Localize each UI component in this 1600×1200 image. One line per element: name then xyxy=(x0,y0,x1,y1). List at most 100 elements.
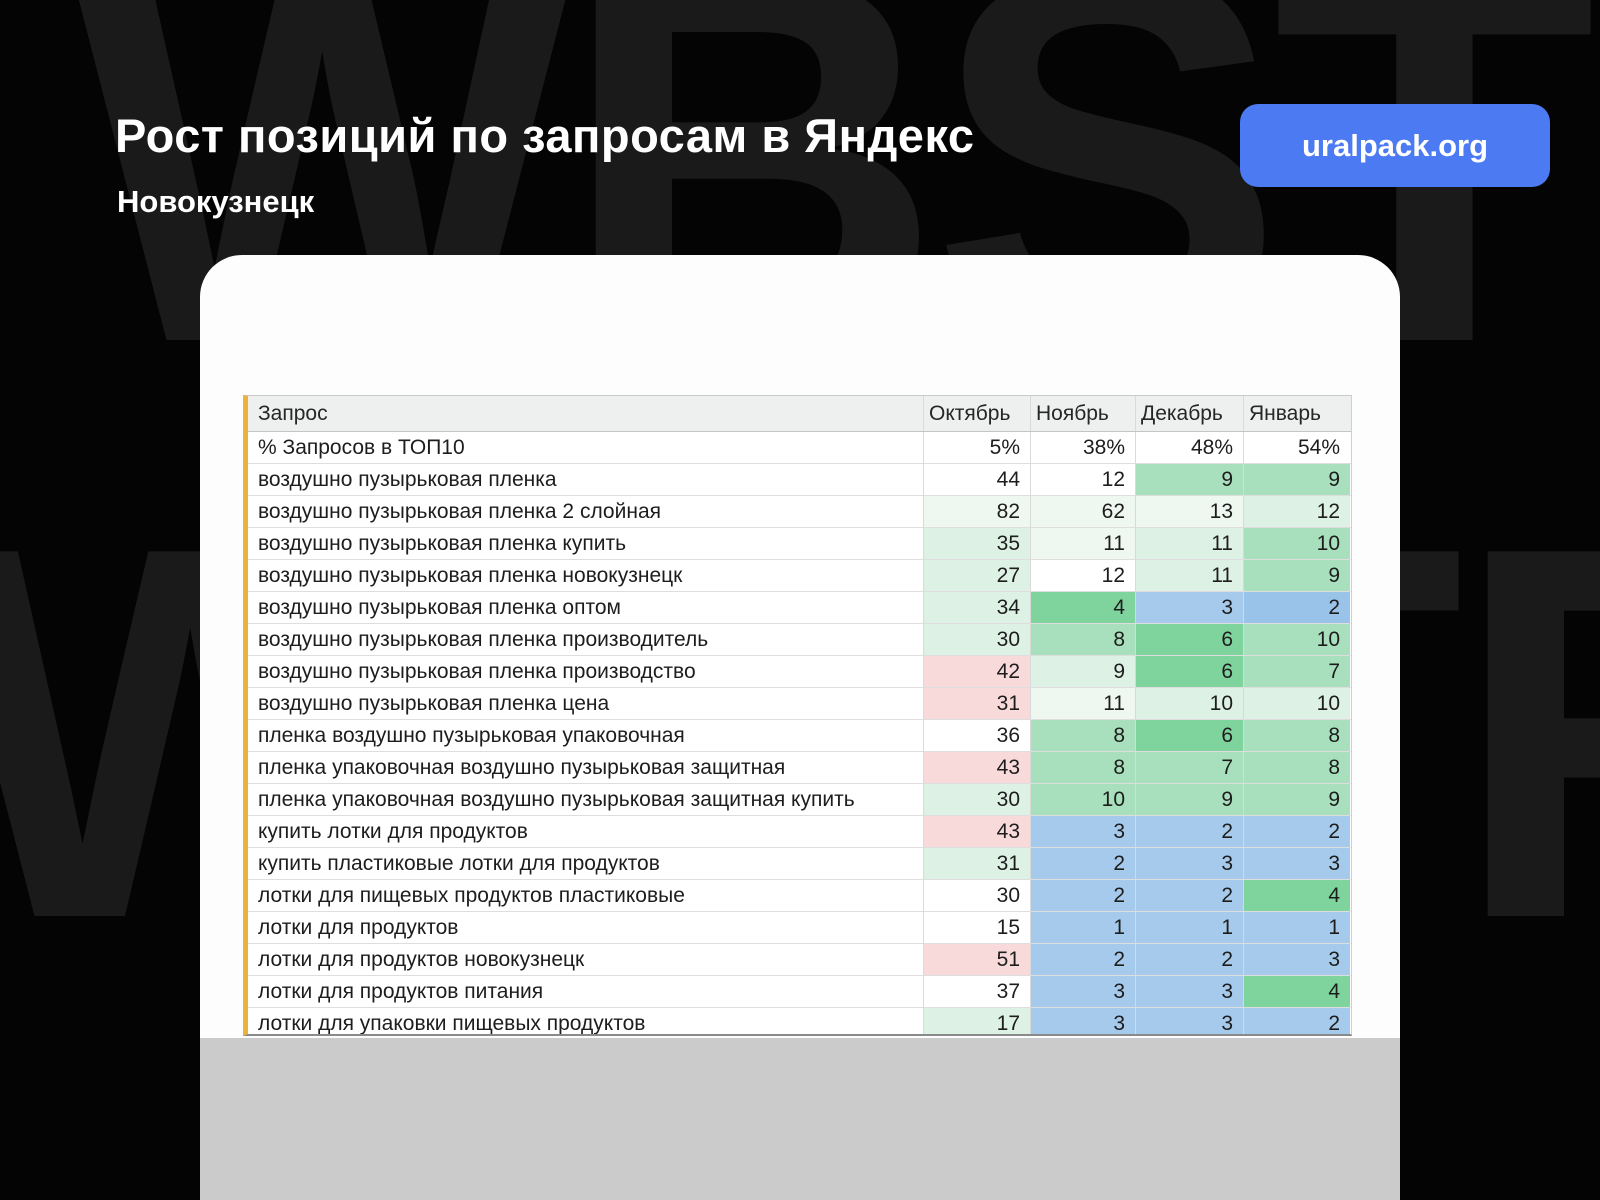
value-cell: 3 xyxy=(1030,816,1135,847)
value-cell: 10 xyxy=(1243,688,1350,719)
value-cell: 2 xyxy=(1030,944,1135,975)
value-cell: 27 xyxy=(923,560,1030,591)
query-cell: воздушно пузырьковая пленка цена xyxy=(248,688,923,719)
value-cell: 2 xyxy=(1030,848,1135,879)
value-cell: 34 xyxy=(923,592,1030,623)
value-cell: 82 xyxy=(923,496,1030,527)
value-cell: 37 xyxy=(923,976,1030,1007)
sheet-gray-background xyxy=(200,1038,1400,1200)
value-cell: 38% xyxy=(1030,432,1135,463)
table-row: пленка воздушно пузырьковая упаковочная3… xyxy=(248,720,1351,752)
query-cell: купить лотки для продуктов xyxy=(248,816,923,847)
value-cell: 30 xyxy=(923,784,1030,815)
value-cell: 17 xyxy=(923,1008,1030,1036)
query-cell: воздушно пузырьковая пленка 2 слойная xyxy=(248,496,923,527)
query-cell: пленка упаковочная воздушно пузырьковая … xyxy=(248,752,923,783)
column-header-декабрь: Декабрь xyxy=(1135,396,1243,431)
value-cell: 11 xyxy=(1135,560,1243,591)
value-cell: 13 xyxy=(1135,496,1243,527)
value-cell: 6 xyxy=(1135,624,1243,655)
value-cell: 2 xyxy=(1135,944,1243,975)
value-cell: 6 xyxy=(1135,656,1243,687)
value-cell: 3 xyxy=(1030,1008,1135,1036)
table-row: лотки для упаковки пищевых продуктов1733… xyxy=(248,1008,1351,1036)
table-row: воздушно пузырьковая пленка цена31111010 xyxy=(248,688,1351,720)
query-cell: пленка упаковочная воздушно пузырьковая … xyxy=(248,784,923,815)
value-cell: 8 xyxy=(1243,720,1350,751)
table-row: купить пластиковые лотки для продуктов31… xyxy=(248,848,1351,880)
table-row: воздушно пузырьковая пленка купить351111… xyxy=(248,528,1351,560)
value-cell: 31 xyxy=(923,688,1030,719)
value-cell: 54% xyxy=(1243,432,1350,463)
value-cell: 9 xyxy=(1243,560,1350,591)
value-cell: 4 xyxy=(1243,880,1350,911)
query-cell: воздушно пузырьковая пленка производител… xyxy=(248,624,923,655)
value-cell: 10 xyxy=(1030,784,1135,815)
value-cell: 4 xyxy=(1030,592,1135,623)
query-cell: лотки для продуктов xyxy=(248,912,923,943)
value-cell: 12 xyxy=(1243,496,1350,527)
value-cell: 43 xyxy=(923,816,1030,847)
value-cell: 2 xyxy=(1243,1008,1350,1036)
table-row: пленка упаковочная воздушно пузырьковая … xyxy=(248,784,1351,816)
page-subtitle: Новокузнецк xyxy=(117,184,314,220)
value-cell: 11 xyxy=(1030,688,1135,719)
query-cell: воздушно пузырьковая пленка новокузнецк xyxy=(248,560,923,591)
table-row: лотки для продуктов новокузнецк51223 xyxy=(248,944,1351,976)
table-row: воздушно пузырьковая пленка оптом34432 xyxy=(248,592,1351,624)
table-header-row: ЗапросОктябрьНоябрьДекабрьЯнварь xyxy=(248,396,1351,432)
query-cell: купить пластиковые лотки для продуктов xyxy=(248,848,923,879)
value-cell: 4 xyxy=(1243,976,1350,1007)
table-row: % Запросов в ТОП105%38%48%54% xyxy=(248,432,1351,464)
table-row: воздушно пузырьковая пленка новокузнецк2… xyxy=(248,560,1351,592)
value-cell: 35 xyxy=(923,528,1030,559)
value-cell: 9 xyxy=(1135,784,1243,815)
value-cell: 1 xyxy=(1243,912,1350,943)
value-cell: 62 xyxy=(1030,496,1135,527)
value-cell: 12 xyxy=(1030,464,1135,495)
value-cell: 3 xyxy=(1135,592,1243,623)
value-cell: 12 xyxy=(1030,560,1135,591)
value-cell: 6 xyxy=(1135,720,1243,751)
value-cell: 1 xyxy=(1135,912,1243,943)
table-row: воздушно пузырьковая пленка 2 слойная826… xyxy=(248,496,1351,528)
value-cell: 2 xyxy=(1030,880,1135,911)
table-row: воздушно пузырьковая пленка производство… xyxy=(248,656,1351,688)
table-row: воздушно пузырьковая пленка441299 xyxy=(248,464,1351,496)
table-row: лотки для пищевых продуктов пластиковые3… xyxy=(248,880,1351,912)
value-cell: 2 xyxy=(1243,592,1350,623)
value-cell: 7 xyxy=(1243,656,1350,687)
value-cell: 30 xyxy=(923,880,1030,911)
value-cell: 11 xyxy=(1030,528,1135,559)
value-cell: 8 xyxy=(1030,720,1135,751)
value-cell: 2 xyxy=(1243,816,1350,847)
column-header-ноябрь: Ноябрь xyxy=(1030,396,1135,431)
value-cell: 43 xyxy=(923,752,1030,783)
page-title: Рост позиций по запросам в Яндекс xyxy=(115,108,975,163)
query-cell: % Запросов в ТОП10 xyxy=(248,432,923,463)
query-cell: лотки для продуктов питания xyxy=(248,976,923,1007)
table-body: % Запросов в ТОП105%38%48%54%воздушно пу… xyxy=(248,432,1351,1036)
positions-table: ЗапросОктябрьНоябрьДекабрьЯнварь % Запро… xyxy=(243,395,1352,1036)
value-cell: 9 xyxy=(1030,656,1135,687)
query-cell: воздушно пузырьковая пленка оптом xyxy=(248,592,923,623)
value-cell: 9 xyxy=(1135,464,1243,495)
column-header-январь: Январь xyxy=(1243,396,1350,431)
value-cell: 8 xyxy=(1243,752,1350,783)
value-cell: 15 xyxy=(923,912,1030,943)
value-cell: 3 xyxy=(1135,976,1243,1007)
value-cell: 1 xyxy=(1030,912,1135,943)
value-cell: 3 xyxy=(1243,944,1350,975)
value-cell: 3 xyxy=(1135,1008,1243,1036)
slide: WBSTR WBSTR Рост позиций по запросам в Я… xyxy=(0,0,1600,1200)
table-row: воздушно пузырьковая пленка производител… xyxy=(248,624,1351,656)
value-cell: 10 xyxy=(1243,528,1350,559)
value-cell: 7 xyxy=(1135,752,1243,783)
value-cell: 51 xyxy=(923,944,1030,975)
value-cell: 8 xyxy=(1030,752,1135,783)
content-card: ЗапросОктябрьНоябрьДекабрьЯнварь % Запро… xyxy=(200,255,1400,1200)
value-cell: 2 xyxy=(1135,880,1243,911)
value-cell: 10 xyxy=(1243,624,1350,655)
site-badge[interactable]: uralpack.org xyxy=(1240,104,1550,187)
value-cell: 42 xyxy=(923,656,1030,687)
